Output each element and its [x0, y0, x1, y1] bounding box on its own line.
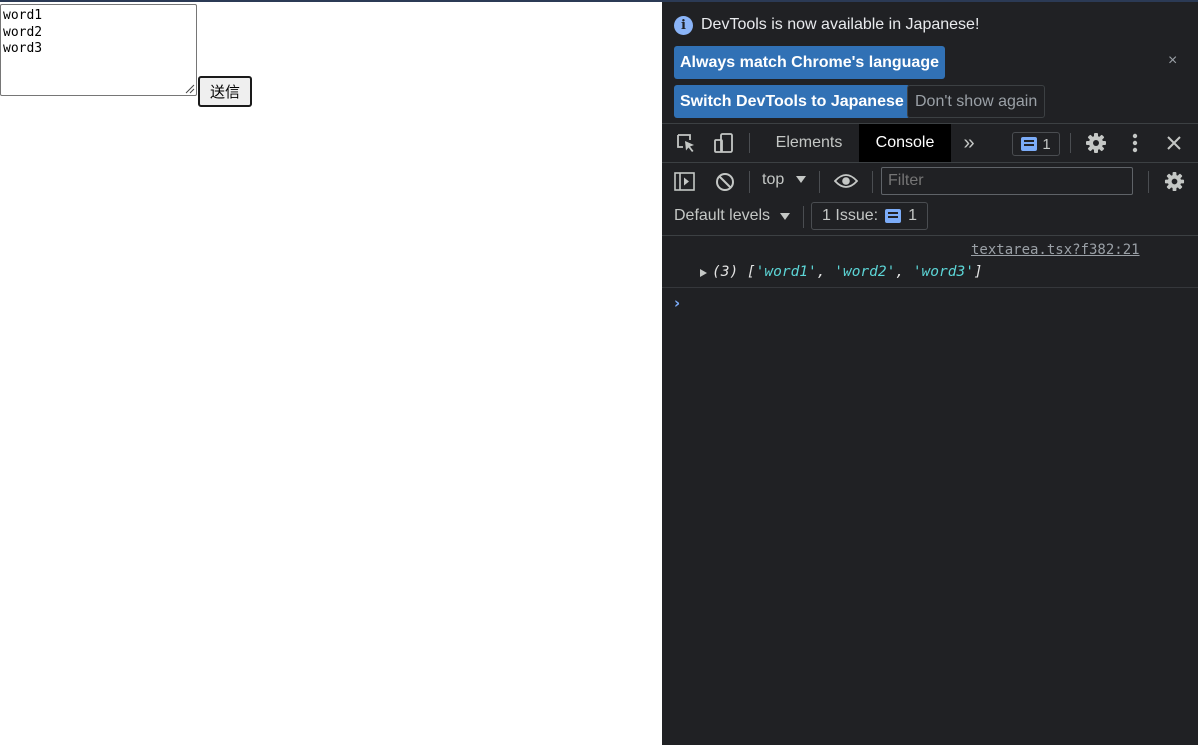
sidebar-toggle-icon[interactable]	[674, 172, 695, 191]
close-devtools-button[interactable]	[1161, 124, 1187, 162]
eye-icon[interactable]	[834, 173, 858, 189]
more-tabs-button[interactable]: »	[955, 124, 983, 162]
always-match-language-button[interactable]: Always match Chrome's language	[674, 46, 945, 79]
more-vertical-icon	[1132, 133, 1138, 153]
language-infobar: i DevTools is now available in Japanese!	[674, 14, 979, 36]
array-item: 'word3'	[912, 264, 974, 280]
issues-badge-count: 1	[1042, 135, 1051, 153]
settings-gear-icon	[1086, 133, 1106, 153]
toolbar-separator	[1148, 171, 1149, 193]
switch-to-japanese-button[interactable]: Switch DevTools to Japanese	[674, 85, 910, 118]
tab-elements[interactable]: Elements	[762, 124, 856, 162]
array-prefix: (3) [	[712, 264, 756, 280]
infobar-message: DevTools is now available in Japanese!	[701, 16, 980, 33]
prompt-chevron-icon[interactable]: ›	[674, 294, 680, 312]
dropdown-arrow-icon	[796, 176, 806, 183]
device-toolbar-icon	[714, 133, 733, 153]
devtools-tabbar: Elements Console » 1	[662, 124, 1198, 162]
message-icon	[885, 209, 902, 223]
array-item: 'word1'	[755, 264, 817, 280]
context-selector-label: top	[762, 171, 785, 188]
resize-grip-icon[interactable]	[184, 83, 195, 94]
close-icon	[1167, 136, 1181, 150]
array-suffix: ]	[973, 264, 983, 280]
clear-console-icon[interactable]	[715, 172, 735, 192]
context-selector[interactable]: top	[762, 163, 812, 200]
inspect-element-button[interactable]	[672, 124, 700, 162]
console-filter-input[interactable]	[881, 167, 1133, 195]
issues-label: 1 Issue:	[822, 207, 879, 224]
dont-show-again-button[interactable]: Don't show again	[907, 85, 1046, 118]
console-settings-gear-icon[interactable]	[1164, 171, 1185, 192]
tabbar-separator	[749, 133, 750, 153]
toolbar-separator	[819, 171, 820, 193]
chevron-double-right-icon: »	[963, 131, 975, 154]
textarea-content[interactable]: word1 word2 word3	[1, 5, 196, 61]
web-page: word1 word2 word3 送信	[0, 2, 662, 745]
issues-badge-button[interactable]: 1	[1012, 132, 1060, 156]
dropdown-arrow-icon	[780, 213, 790, 220]
console-source-link[interactable]: textarea.tsx?f382:21	[971, 242, 1140, 258]
tab-elements-label: Elements	[775, 134, 843, 151]
info-icon: i	[674, 15, 693, 35]
console-toolbar: top	[662, 163, 1198, 200]
expand-triangle-icon[interactable]	[700, 269, 707, 277]
log-levels-label: Default levels	[674, 207, 771, 224]
tab-console-label: Console	[875, 134, 935, 151]
infobar-close-icon[interactable]: ×	[1168, 52, 1177, 70]
array-item: 'word2'	[834, 264, 896, 280]
log-levels-dropdown[interactable]: Default levels	[662, 200, 792, 236]
divider	[662, 287, 1198, 288]
toolbar-separator	[872, 171, 873, 193]
array-separator: ,	[895, 264, 913, 280]
console-log-message[interactable]: (3) ['word1', 'word2', 'word3']	[712, 264, 983, 280]
divider	[662, 235, 1198, 236]
words-textarea[interactable]: word1 word2 word3	[0, 4, 197, 96]
submit-button[interactable]: 送信	[198, 76, 252, 107]
issues-count: 1	[908, 207, 917, 224]
array-separator: ,	[816, 264, 835, 280]
settings-button[interactable]	[1082, 124, 1110, 162]
more-options-button[interactable]	[1122, 124, 1148, 162]
message-icon	[1021, 137, 1038, 151]
tab-console[interactable]: Console	[859, 124, 951, 162]
devtools-panel: i DevTools is now available in Japanese!…	[662, 2, 1198, 745]
device-toolbar-button[interactable]	[710, 124, 738, 162]
toolbar-separator	[803, 206, 804, 228]
tabbar-separator	[1070, 133, 1071, 153]
toolbar-separator	[749, 171, 750, 193]
issues-counter-button[interactable]: 1 Issue: 1	[811, 202, 928, 230]
inspect-element-icon	[677, 134, 694, 152]
